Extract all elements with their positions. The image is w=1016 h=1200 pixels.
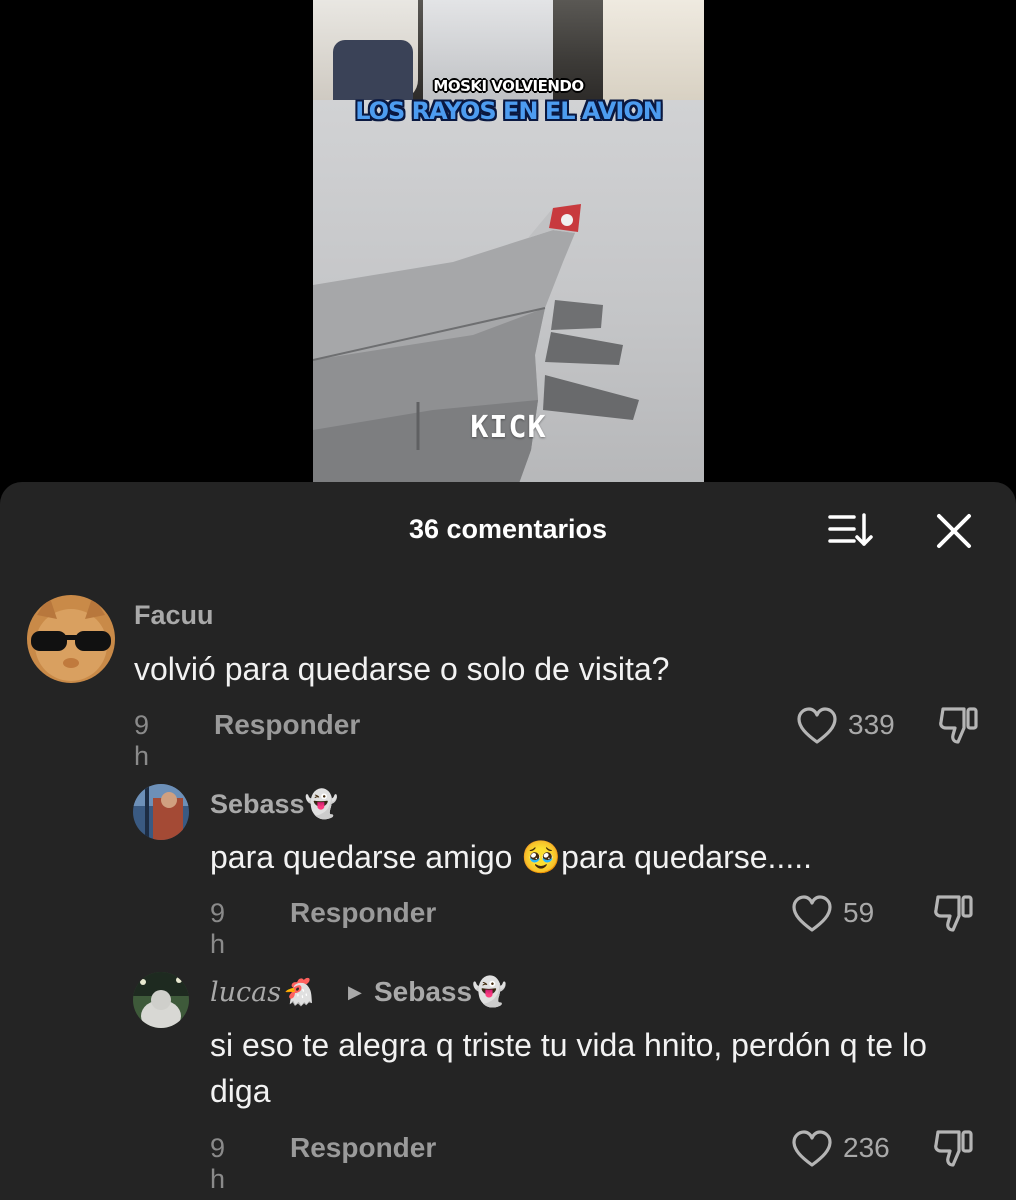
kick-watermark: KICK	[470, 410, 547, 445]
comment-time: 9 h	[210, 898, 226, 959]
video-caption-line2: LOS RAYOS EN EL AVION	[355, 97, 663, 125]
dislike-icon[interactable]	[933, 1127, 975, 1169]
sort-icon[interactable]	[828, 512, 874, 548]
comment-username[interactable]: lucas🐔	[210, 976, 315, 1008]
heart-icon[interactable]	[791, 895, 833, 933]
comment-username[interactable]: Facuu	[134, 600, 214, 631]
reply-button[interactable]: Responder	[290, 1132, 436, 1164]
comment-text: si eso te alegra q triste tu vida hnito,…	[210, 1027, 927, 1109]
reply-button[interactable]: Responder	[290, 897, 436, 929]
close-icon[interactable]	[935, 512, 973, 550]
comment-text: para quedarse amigo 🥹para quedarse.....	[210, 839, 812, 875]
comment-username[interactable]: Sebass👻	[210, 788, 338, 820]
comment-text: volvió para quedarse o solo de visita?	[134, 651, 670, 687]
dislike-icon[interactable]	[938, 704, 980, 746]
reply-arrow-icon: ▶	[348, 982, 362, 1002]
like-count: 236	[843, 1132, 890, 1163]
dislike-icon[interactable]	[933, 892, 975, 934]
reply-button[interactable]: Responder	[214, 709, 360, 741]
comment-time: 9 h	[134, 710, 150, 771]
avatar[interactable]	[133, 784, 189, 840]
comments-panel: 36 comentarios Facuu volvió para quedars…	[0, 482, 1016, 1200]
like-count: 59	[843, 897, 875, 928]
avatar[interactable]	[27, 595, 115, 683]
video-player[interactable]: MOSKI VOLVIENDO LOS RAYOS EN EL AVION KI…	[313, 0, 704, 500]
like-count: 339	[848, 709, 895, 740]
heart-icon[interactable]	[796, 707, 838, 745]
comment-time: 9 h	[210, 1133, 226, 1194]
video-caption-line1: MOSKI VOLVIENDO	[433, 77, 584, 95]
avatar[interactable]	[133, 972, 189, 1028]
reply-target-username[interactable]: Sebass👻	[374, 975, 507, 1008]
heart-icon[interactable]	[791, 1130, 833, 1168]
